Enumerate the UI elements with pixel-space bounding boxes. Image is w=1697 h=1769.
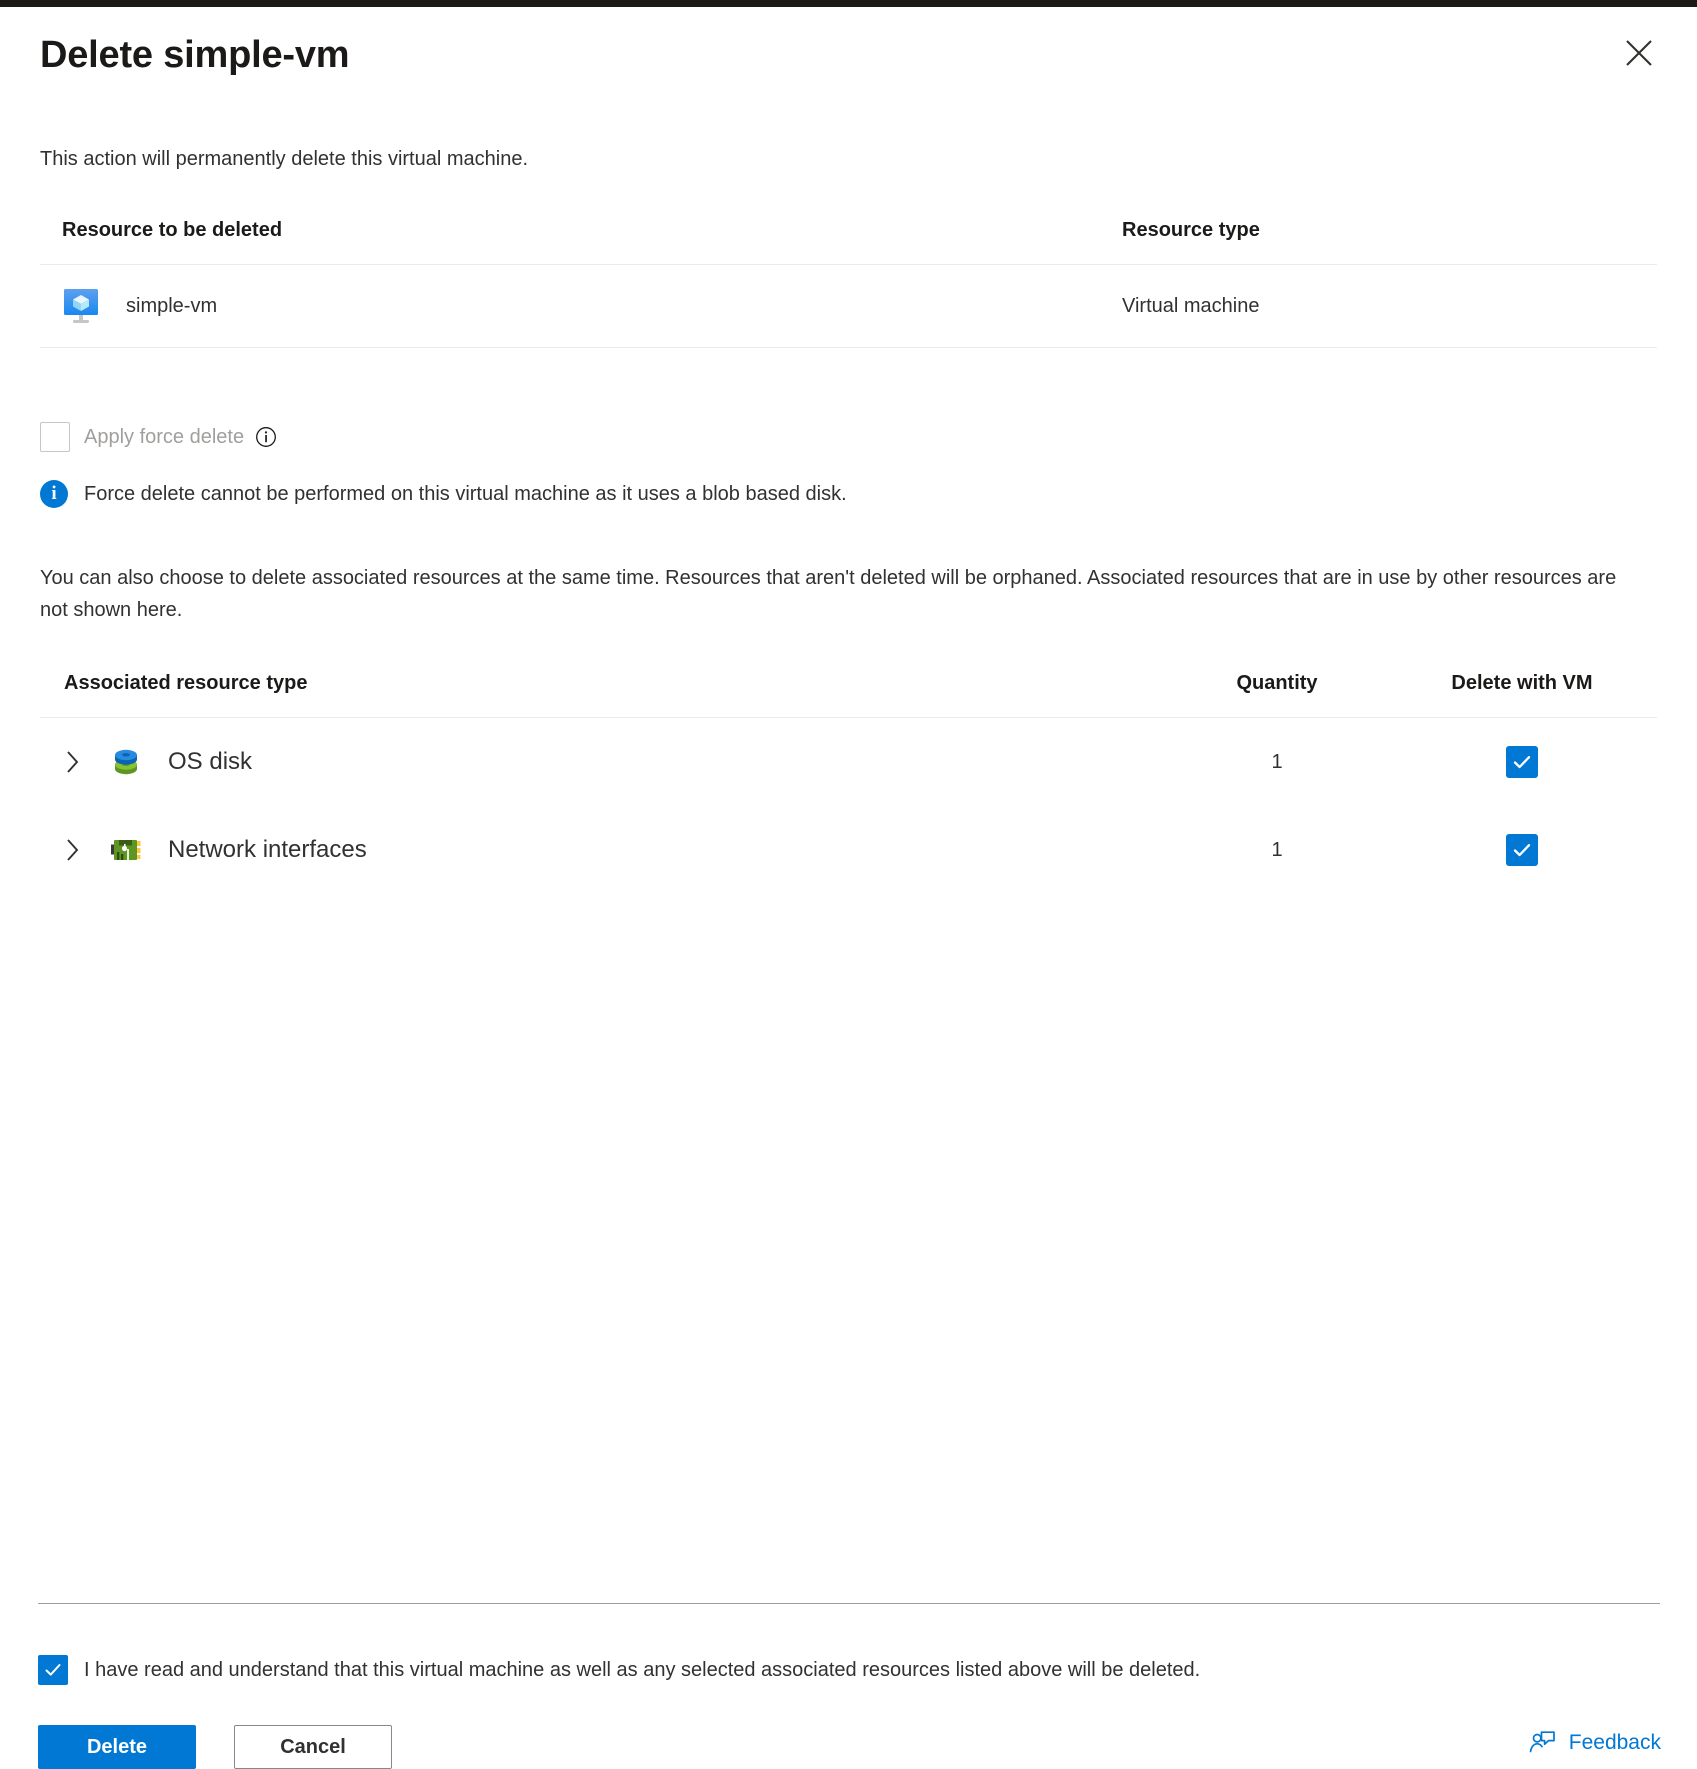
associated-resources-table: Associated resource type Quantity Delete… bbox=[40, 672, 1657, 894]
delete-with-vm-checkbox-os-disk[interactable] bbox=[1506, 745, 1538, 778]
feedback-label: Feedback bbox=[1568, 1731, 1661, 1754]
delete-with-vm-checkbox-network-interfaces[interactable] bbox=[1506, 833, 1538, 866]
delete-with-vm-cell bbox=[1387, 718, 1657, 807]
page-title: Delete simple-vm bbox=[40, 34, 350, 76]
col-resource-type: Resource type bbox=[1100, 219, 1657, 265]
dialog-body: This action will permanently delete this… bbox=[0, 145, 1697, 894]
apply-force-delete-checkbox bbox=[40, 422, 70, 452]
info-filled-icon: i bbox=[40, 480, 68, 508]
table-row: Network interfaces 1 bbox=[40, 806, 1657, 894]
resource-name-cell: simple-vm bbox=[40, 264, 1100, 348]
apply-force-delete-label: Apply force delete bbox=[84, 425, 245, 448]
col-quantity: Quantity bbox=[1167, 672, 1387, 718]
os-disk-icon bbox=[106, 742, 146, 782]
associated-quantity: 1 bbox=[1271, 838, 1283, 861]
dialog-actions: Delete Cancel bbox=[38, 1725, 392, 1769]
force-delete-info-text: Force delete cannot be performed on this… bbox=[84, 482, 847, 505]
network-interface-icon bbox=[106, 830, 146, 870]
acknowledgement-text: I have read and understand that this vir… bbox=[84, 1658, 1201, 1681]
apply-force-delete-row[interactable]: Apply force delete bbox=[40, 422, 1657, 452]
delete-vm-dialog: Delete simple-vm This action will perman… bbox=[0, 7, 1697, 1769]
delete-with-vm-cell bbox=[1387, 806, 1657, 894]
close-button[interactable] bbox=[1615, 29, 1663, 77]
delete-button[interactable]: Delete bbox=[38, 1725, 196, 1769]
chevron-right-icon[interactable] bbox=[64, 748, 98, 776]
col-resource-to-be-deleted: Resource to be deleted bbox=[40, 219, 1100, 265]
resource-table: Resource to be deleted Resource type sim… bbox=[40, 219, 1657, 348]
table-row: OS disk 1 bbox=[40, 718, 1657, 807]
associated-type-cell-os-disk: OS disk bbox=[40, 718, 1167, 807]
associated-table-header-row: Associated resource type Quantity Delete… bbox=[40, 672, 1657, 718]
info-outline-icon[interactable] bbox=[255, 426, 277, 448]
acknowledgement-row[interactable]: I have read and understand that this vir… bbox=[38, 1655, 1200, 1685]
dialog-header: Delete simple-vm bbox=[0, 7, 1697, 107]
associated-resource-label: Network interfaces bbox=[168, 836, 367, 863]
table-row: simple-vm Virtual machine bbox=[40, 264, 1657, 348]
close-icon bbox=[1624, 38, 1654, 68]
associated-resources-description: You can also choose to delete associated… bbox=[40, 567, 1617, 621]
col-associated-resource-type: Associated resource type bbox=[40, 672, 1167, 718]
virtual-machine-icon bbox=[62, 287, 100, 325]
acknowledgement-checkbox[interactable] bbox=[38, 1655, 68, 1685]
apply-force-delete-label-group: Apply force delete bbox=[84, 426, 277, 449]
chevron-right-icon[interactable] bbox=[64, 836, 98, 864]
window-top-bar bbox=[0, 0, 1697, 7]
associated-resource-label: OS disk bbox=[168, 748, 253, 775]
person-feedback-icon bbox=[1529, 1729, 1557, 1757]
cancel-button[interactable]: Cancel bbox=[234, 1725, 392, 1769]
resource-type: Virtual machine bbox=[1100, 264, 1657, 348]
force-delete-info-message: i Force delete cannot be performed on th… bbox=[40, 480, 1657, 508]
feedback-link[interactable]: Feedback bbox=[1529, 1729, 1661, 1757]
associated-type-cell-network-interfaces: Network interfaces bbox=[40, 806, 1167, 894]
lead-text: This action will permanently delete this… bbox=[40, 148, 528, 170]
footer-divider bbox=[38, 1603, 1660, 1604]
associated-quantity: 1 bbox=[1271, 750, 1283, 773]
col-delete-with-vm: Delete with VM bbox=[1387, 672, 1657, 718]
resource-name: simple-vm bbox=[126, 294, 218, 317]
resource-table-header-row: Resource to be deleted Resource type bbox=[40, 219, 1657, 265]
